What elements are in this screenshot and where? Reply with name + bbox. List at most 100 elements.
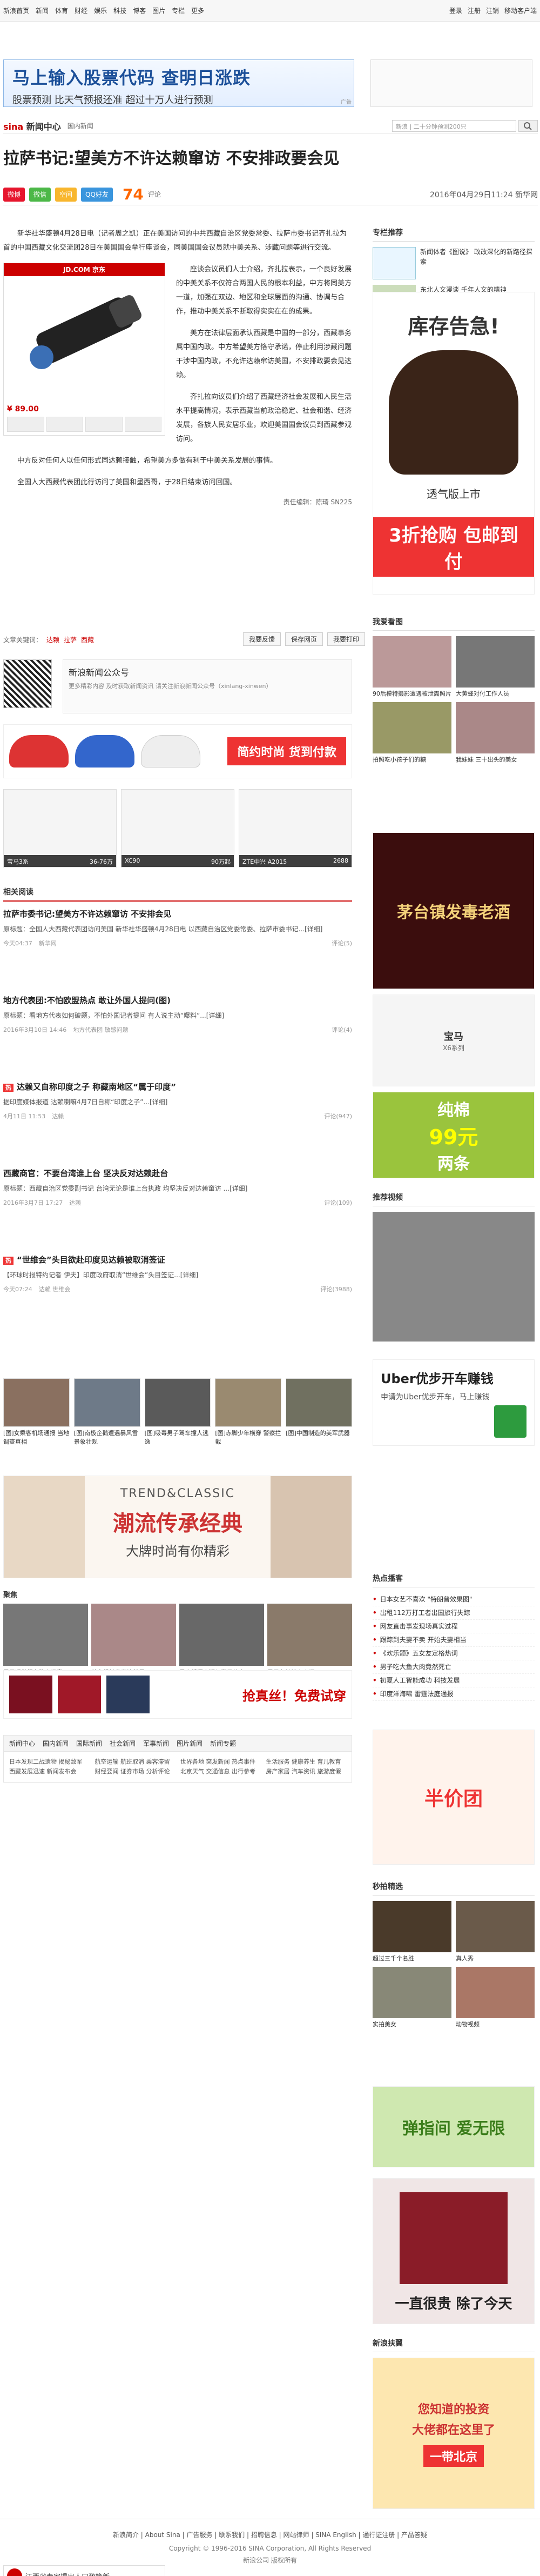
nav-item[interactable]: 新闻 — [36, 6, 49, 15]
related-title[interactable]: 热 “世维会”头目欲赴印度见达赖被取消签证 — [3, 1254, 352, 1265]
wonder-caption[interactable]: 超过三千个名胜 — [373, 1954, 451, 1963]
comment-link[interactable]: 评论(109) — [324, 1198, 352, 1207]
related-title-text[interactable]: “世维会”头目欲赴印度见达赖被取消签证 — [17, 1255, 165, 1265]
hot-text[interactable]: 跟踪到夫妻不卖 开始夫妻相当 — [380, 1636, 467, 1644]
keyword-link[interactable]: 西藏 — [81, 635, 94, 644]
watch-item[interactable]: 拍照吃小孩子们的糖 — [373, 702, 451, 764]
photo-caption[interactable]: [图]赤脚少年横穿 警察拦截 — [215, 1429, 281, 1446]
comment-link[interactable]: 评论(5) — [332, 939, 352, 947]
photo-item[interactable]: [图]中国制造的美军武器 — [286, 1378, 352, 1446]
wonder-caption[interactable]: 动物视频 — [456, 2020, 535, 2028]
photo-caption[interactable]: [图]吸毒男子驾车撞人逃逸 — [145, 1429, 211, 1446]
watch-caption[interactable]: 90后模特摄影遭遇被泄露照片 — [373, 690, 451, 698]
thumb[interactable] — [7, 417, 44, 432]
nav-item[interactable]: 财经 — [75, 6, 87, 15]
photo-caption[interactable]: [图]南极企鹅遭遇暴风雪 景象壮观 — [74, 1429, 140, 1446]
search-button[interactable] — [518, 119, 538, 132]
hot-text[interactable]: 《欢乐颂》五女友定格热词 — [380, 1650, 458, 1657]
recommend-text[interactable]: 新闻体者《图说》 政改深化的新路径探索 — [420, 247, 535, 279]
hot-item[interactable]: • 男子吃大鱼大肉竟然死亡 — [373, 1660, 535, 1674]
channel-tab[interactable]: 图片新闻 — [177, 1739, 202, 1748]
cotton-ad[interactable]: 纯棉 99元 两条 — [373, 1092, 535, 1178]
wonder-caption[interactable]: 真人秀 — [456, 1954, 535, 1963]
save-page-button[interactable]: 保存网页 — [285, 632, 323, 646]
source-text[interactable]: 新华网 — [515, 191, 538, 199]
hot-text[interactable]: 印度洋海啸 雷霆法庭通报 — [380, 1690, 454, 1698]
link-col[interactable]: 日本发现二战遗物 揭秘敌军 西藏发展迅速 新闻发布会 — [9, 1757, 90, 1777]
floating-news-text[interactable]: 江西省专家提出人口政策新 — [25, 2571, 110, 2576]
thumb[interactable] — [85, 417, 123, 432]
link-col[interactable]: 生活服务 健康养生 育儿教育 房产家居 汽车资讯 旅游度假 — [266, 1757, 347, 1777]
shoe-ad[interactable]: 简约时尚 货到付款 — [3, 724, 352, 778]
source[interactable]: 达赖 — [69, 1198, 81, 1207]
silk-shirt-ad[interactable]: 抢真丝！免费试穿 — [3, 1670, 352, 1719]
comment-link[interactable]: 评论(3988) — [320, 1285, 352, 1293]
taobao-ad[interactable]: 半价团 — [373, 1730, 535, 1865]
feedback-button[interactable]: 我要反馈 — [243, 632, 281, 646]
watch-caption[interactable]: 大黄蜂对付工作人员 — [456, 690, 535, 698]
shoe-stock-ad[interactable]: 库存告急! 透气版上市 3折抢购 包邮到付 — [373, 292, 535, 595]
wonder-item[interactable]: 实拍美女 — [373, 1967, 451, 2028]
source[interactable]: 新华网 — [39, 939, 57, 947]
footer-links[interactable]: 新浪简介 | About Sina | 广告服务 | 联系我们 | 招聘信息 |… — [0, 2530, 540, 2539]
photo-caption[interactable]: [图]中国制造的美军武器 — [286, 1429, 352, 1438]
jd-product-ad[interactable]: JD.COM 京东 ¥ 89.00 — [3, 263, 165, 436]
hot-item[interactable]: • 印度洋海啸 雷霆法庭通报 — [373, 1687, 535, 1701]
uber-ad[interactable]: Uber优步开车赚钱 申请为Uber优步开车，马上赚钱 — [373, 1359, 535, 1446]
hot-text[interactable]: 男子吃大鱼大肉竟然死亡 — [380, 1663, 451, 1671]
thumb[interactable] — [46, 417, 83, 432]
hot-item[interactable]: • 出租112万打工者出国旅行失踪 — [373, 1606, 535, 1620]
nav-item[interactable]: 新浪首页 — [3, 6, 29, 15]
source[interactable]: 达赖 — [52, 1112, 64, 1120]
breadcrumb[interactable]: 国内新闻 — [68, 121, 93, 130]
focus-item[interactable]: 吴立斌深夜疑与妻子约会 — [179, 1604, 264, 1677]
print-button[interactable]: 我要打印 — [327, 632, 366, 646]
share-wechat-button[interactable]: 微信 — [29, 187, 51, 202]
comment-link[interactable]: 评论(4) — [332, 1025, 352, 1034]
photo-item[interactable]: [图]南极企鹅遭遇暴风雪 景象壮观 — [73, 1378, 140, 1446]
focus-item[interactable]: 男子在地铁上大闹 — [267, 1604, 352, 1677]
nav-item[interactable]: 专栏 — [172, 6, 185, 15]
stock-banner-ad[interactable]: 马上输入股票代码 查明日涨跌 股票预测 比天气预报还准 超过十万人进行预测 广告 — [3, 59, 354, 107]
car-ad-card[interactable]: XC90 90万起 — [121, 789, 234, 867]
hot-text[interactable]: 初夏人工智能成功 科技发展 — [380, 1677, 460, 1684]
hot-item[interactable]: • 网友直击事发现场真实过程 — [373, 1620, 535, 1633]
game-ad[interactable]: 弹指间 爱无限 — [373, 2086, 535, 2167]
share-qq-button[interactable]: QQ好友 — [81, 187, 113, 202]
phone-ad-card[interactable]: ZTE中兴 A2015 2688 — [239, 789, 352, 867]
focus-item[interactable]: 美女模特身穿比基尼 — [91, 1604, 176, 1677]
nav-item[interactable]: 博客 — [133, 6, 146, 15]
polo-ad[interactable]: 一直很贵 除了今天 — [373, 2178, 535, 2324]
nav-item[interactable]: 更多 — [191, 6, 204, 15]
wonder-item[interactable]: 超过三千个名胜 — [373, 1901, 451, 1963]
comment-count[interactable]: 74 — [123, 185, 144, 203]
car-ad-card[interactable]: 宝马3系 36-76万 — [3, 789, 117, 867]
related-title[interactable]: 热达赖又自称印度之子 称藏南地区“属于印度” — [3, 1081, 352, 1092]
video-thumbnail[interactable] — [373, 1212, 535, 1342]
sina-logo[interactable]: sina 新闻中心 — [3, 119, 61, 132]
mobile-client-link[interactable]: 移动客户端 — [504, 6, 537, 15]
comment-link[interactable]: 评论(947) — [324, 1112, 352, 1120]
related-title[interactable]: 拉萨市委书记:望美方不许达赖窜访 不安排会见 — [3, 908, 352, 919]
photo-item[interactable]: [图]赤脚少年横穿 警察拦截 — [215, 1378, 282, 1446]
photo-item[interactable]: [图]女乘客机场通报 当地调查真相 — [3, 1378, 70, 1446]
related-title-text[interactable]: 达赖又自称印度之子 称藏南地区“属于印度” — [17, 1082, 176, 1092]
watch-item[interactable]: 我妹妹 三十出头的美女 — [456, 702, 535, 764]
recommend-item[interactable]: 新闻体者《图说》 政改深化的新路径探索 — [373, 247, 535, 279]
watch-item[interactable]: 90后模特摄影遭遇被泄露照片 — [373, 636, 451, 698]
thumb[interactable] — [124, 417, 161, 432]
focus-item[interactable]: 男子遭举报在路上吸毒 — [3, 1604, 88, 1677]
hot-item[interactable]: • 初夏人工智能成功 科技发展 — [373, 1674, 535, 1687]
share-weibo-button[interactable]: 微博 — [3, 187, 25, 202]
channel-tab[interactable]: 国内新闻 — [43, 1739, 69, 1748]
hot-item[interactable]: • 《欢乐颂》五女友定格热词 — [373, 1647, 535, 1660]
channel-tab[interactable]: 军事新闻 — [143, 1739, 169, 1748]
liquor-ad[interactable]: 茅台镇发毒老酒 — [373, 832, 535, 989]
hot-text[interactable]: 出租112万打工者出国旅行失踪 — [380, 1609, 470, 1617]
channel-tab[interactable]: 新闻中心 — [9, 1739, 35, 1748]
photo-caption[interactable]: [图]女乘客机场通报 当地调查真相 — [3, 1429, 70, 1446]
login-link[interactable]: 登录 — [449, 6, 462, 15]
invest-ad[interactable]: 您知道的投资 大佬都在这里了 一带北京 — [373, 2358, 535, 2509]
link-col[interactable]: 航空运输 航班取消 乘客滞留 财经要闻 证券市场 分析评论 — [95, 1757, 176, 1777]
nav-item[interactable]: 娱乐 — [94, 6, 107, 15]
